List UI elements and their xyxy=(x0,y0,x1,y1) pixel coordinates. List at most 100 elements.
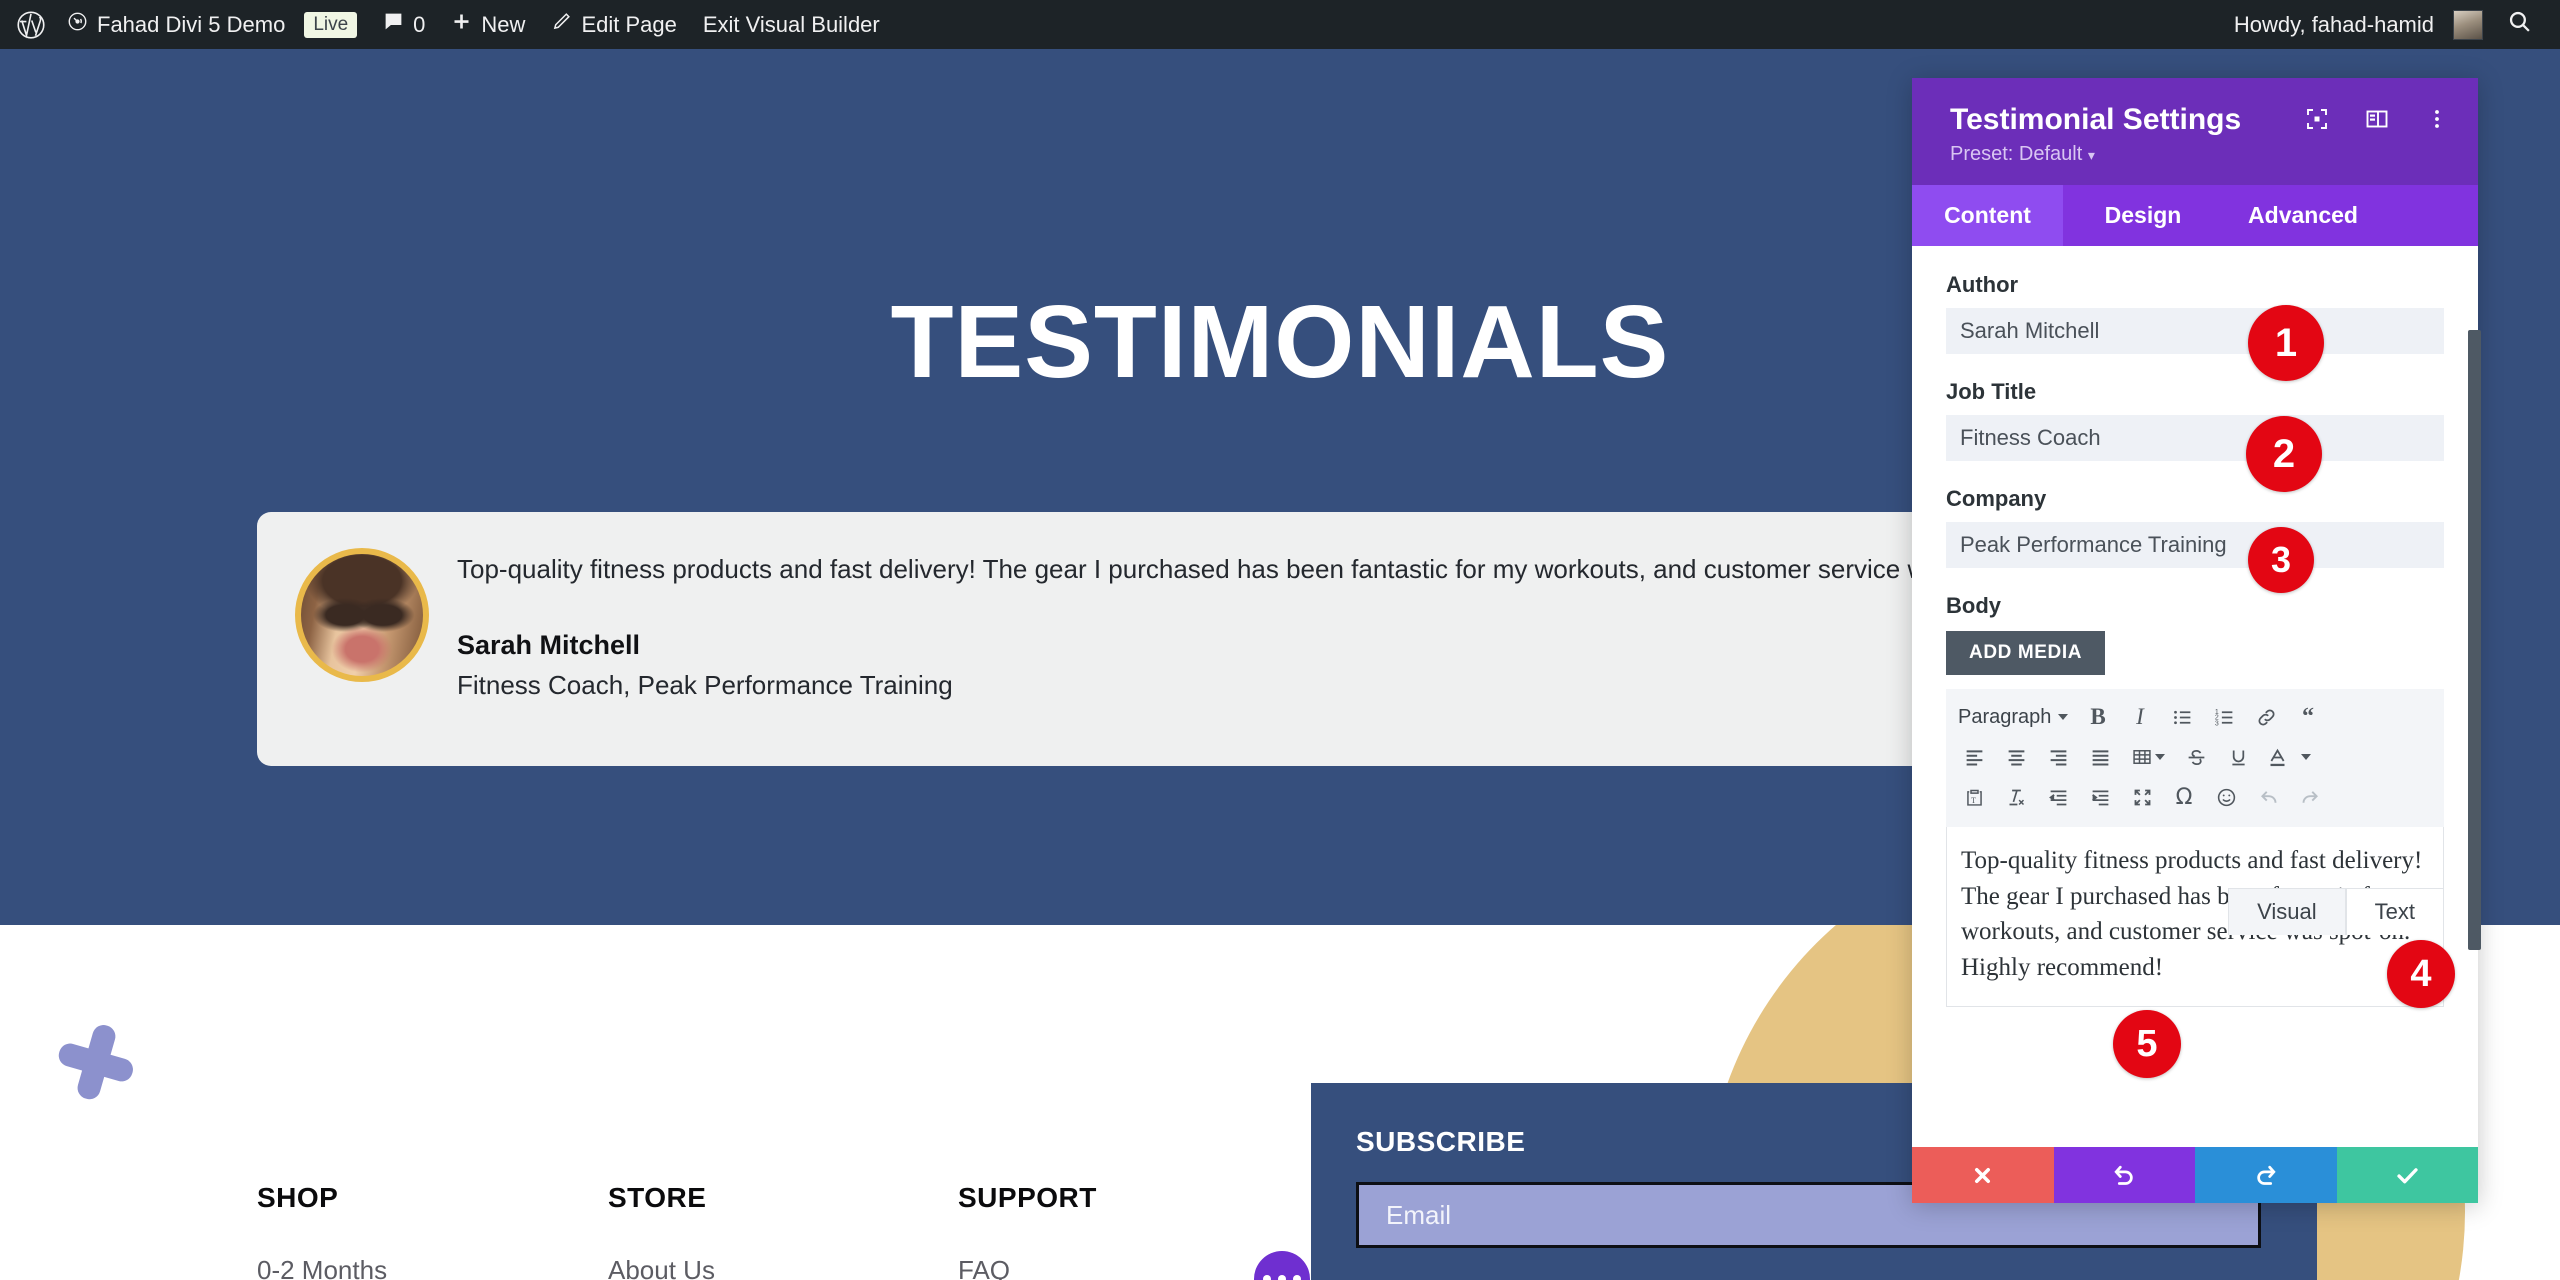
footer-column-shop: SHOP 0-2 Months 2-4 Months xyxy=(257,1182,387,1280)
panel-tabs: Content Design Advanced xyxy=(1912,185,2478,246)
plus-shape-decoration xyxy=(49,1015,143,1109)
save-button[interactable] xyxy=(2336,1147,2478,1203)
link-icon[interactable] xyxy=(2246,698,2286,736)
live-badge: Live xyxy=(304,11,358,38)
exit-visual-builder-label: Exit Visual Builder xyxy=(702,11,880,37)
howdy-label: Howdy, fahad-hamid xyxy=(2233,11,2434,37)
comment-bubble-icon xyxy=(383,11,404,38)
blockquote-icon[interactable]: “ xyxy=(2288,698,2328,736)
ellipsis-icon xyxy=(1278,1275,1286,1280)
callout-badge-1: 1 xyxy=(2248,305,2324,381)
search-icon[interactable] xyxy=(2485,9,2542,41)
new-content-menu[interactable]: New xyxy=(438,0,538,49)
footer-heading: STORE xyxy=(608,1182,707,1213)
plus-icon xyxy=(451,11,472,38)
add-media-button[interactable]: ADD MEDIA xyxy=(1946,631,2106,675)
italic-icon[interactable]: I xyxy=(2120,698,2160,736)
chevron-down-icon xyxy=(2301,754,2311,760)
author-label: Author xyxy=(1946,272,2019,297)
bulleted-list-icon[interactable] xyxy=(2162,698,2202,736)
footer-link[interactable]: FAQ xyxy=(958,1255,1097,1280)
text-color-dropdown-icon[interactable] xyxy=(2296,738,2316,776)
panel-scrollbar[interactable] xyxy=(2468,330,2481,950)
exit-visual-builder-button[interactable]: Exit Visual Builder xyxy=(690,0,893,49)
underline-icon[interactable] xyxy=(2218,738,2258,776)
format-select[interactable]: Paragraph xyxy=(1954,698,2076,736)
panel-action-bar xyxy=(1912,1147,2478,1203)
strikethrough-icon[interactable] xyxy=(2176,738,2216,776)
align-center-icon[interactable] xyxy=(1996,738,2036,776)
callout-badge-4: 4 xyxy=(2387,940,2455,1008)
footer-column-store: STORE About Us Contact Us xyxy=(608,1182,737,1280)
footer-link[interactable]: About Us xyxy=(608,1255,737,1280)
bold-icon[interactable]: B xyxy=(2078,698,2118,736)
text-color-icon[interactable] xyxy=(2260,738,2294,776)
panel-layout-icon[interactable] xyxy=(2364,106,2390,132)
align-left-icon[interactable] xyxy=(1954,738,1994,776)
subscribe-heading: SUBSCRIBE xyxy=(1356,1126,1526,1157)
tab-content[interactable]: Content xyxy=(1912,185,2063,246)
outdent-icon[interactable] xyxy=(2038,778,2078,816)
testimonial-portrait xyxy=(301,554,423,676)
testimonial-author-role: Fitness Coach, Peak Performance Training xyxy=(457,670,953,700)
fullscreen-icon[interactable] xyxy=(2122,778,2162,816)
ellipsis-icon xyxy=(1293,1275,1301,1280)
undo-icon[interactable] xyxy=(2248,778,2288,816)
new-label: New xyxy=(481,11,526,37)
callout-badge-2: 2 xyxy=(2246,416,2322,492)
redo-icon[interactable] xyxy=(2290,778,2330,816)
vertical-dots-menu-icon[interactable] xyxy=(2424,106,2450,132)
edit-page-menu[interactable]: Edit Page xyxy=(538,0,689,49)
panel-header-actions xyxy=(2304,106,2450,132)
editor-toolbar: Paragraph B I 1 2 3 “ T Ω xyxy=(1946,689,2444,827)
tab-visual[interactable]: Visual xyxy=(2228,888,2346,935)
company-label: Company xyxy=(1946,486,2047,511)
special-character-icon[interactable]: Ω xyxy=(2164,778,2204,816)
floating-options-button[interactable] xyxy=(1254,1251,1310,1280)
my-account-menu[interactable]: Howdy, fahad-hamid xyxy=(2221,0,2485,49)
align-justify-icon[interactable] xyxy=(2080,738,2120,776)
panel-preset-label: Preset: Default xyxy=(1950,143,2083,165)
site-name-menu[interactable]: Fahad Divi 5 Demo Live xyxy=(54,0,370,49)
format-select-label: Paragraph xyxy=(1958,705,2052,728)
tab-advanced[interactable]: Advanced xyxy=(2223,185,2383,246)
redo-button[interactable] xyxy=(2195,1147,2337,1203)
paste-as-text-icon[interactable]: T xyxy=(1954,778,1994,816)
comment-count: 0 xyxy=(413,11,426,37)
footer-column-support: SUPPORT FAQ Shipping xyxy=(958,1182,1097,1280)
editor-toolbar-row-2 xyxy=(1954,737,2436,777)
footer-link[interactable]: 0-2 Months xyxy=(257,1255,387,1280)
focus-target-icon[interactable] xyxy=(2304,106,2330,132)
callout-badge-5: 5 xyxy=(2113,1010,2181,1078)
admin-bar-left: Fahad Divi 5 Demo Live 0 New Edit Page E… xyxy=(0,0,893,49)
dashboard-icon xyxy=(67,11,88,38)
emoji-icon[interactable] xyxy=(2206,778,2246,816)
panel-content-area: Author Sarah Mitchell Job Title Fitness … xyxy=(1912,246,2478,1147)
cancel-button[interactable] xyxy=(1912,1147,2054,1203)
tab-design[interactable]: Design xyxy=(2063,185,2223,246)
numbered-list-icon[interactable]: 1 2 3 xyxy=(2204,698,2244,736)
body-label: Body xyxy=(1946,593,2001,618)
footer-heading: SUPPORT xyxy=(958,1182,1097,1213)
edit-page-label: Edit Page xyxy=(581,11,677,37)
avatar xyxy=(2453,9,2483,40)
table-icon[interactable] xyxy=(2122,738,2174,776)
testimonial-settings-panel: Testimonial Settings Preset: Default ▾ C… xyxy=(1912,78,2478,1203)
panel-preset-selector[interactable]: Preset: Default ▾ xyxy=(1950,143,2444,166)
editor-mode-tabs: Visual Text xyxy=(2228,888,2444,935)
callout-badge-3: 3 xyxy=(2248,527,2314,593)
clear-formatting-icon[interactable] xyxy=(1996,778,2036,816)
tab-text[interactable]: Text xyxy=(2345,888,2444,935)
ellipsis-icon xyxy=(1263,1275,1271,1280)
indent-icon[interactable] xyxy=(2080,778,2120,816)
comments-menu[interactable]: 0 xyxy=(370,0,438,49)
admin-bar-right: Howdy, fahad-hamid xyxy=(2221,0,2560,49)
undo-button[interactable] xyxy=(2053,1147,2195,1203)
job-title-input[interactable]: Fitness Coach xyxy=(1946,415,2444,461)
align-right-icon[interactable] xyxy=(2038,738,2078,776)
pencil-icon xyxy=(551,11,572,38)
site-name-label: Fahad Divi 5 Demo xyxy=(97,11,286,37)
company-input[interactable]: Peak Performance Training xyxy=(1946,522,2444,568)
author-input[interactable]: Sarah Mitchell xyxy=(1946,308,2444,354)
wordpress-logo-icon[interactable] xyxy=(12,0,54,49)
